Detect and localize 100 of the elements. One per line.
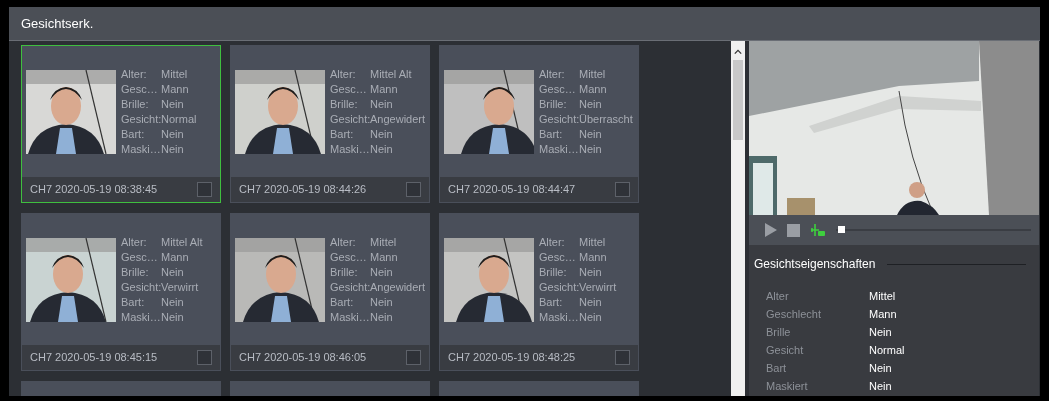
audio-icon[interactable] [810, 223, 826, 237]
attribute-value: Nein [370, 96, 394, 112]
timestamp: CH7 2020-05-19 08:48:25 [448, 350, 576, 366]
attribute-label: Maski… [121, 141, 161, 157]
timestamp: CH7 2020-05-19 08:38:45 [30, 182, 158, 198]
play-icon[interactable] [765, 223, 777, 237]
attribute-value: Normal [161, 111, 197, 127]
attribute-value: Mann [161, 249, 190, 265]
attribute-value: Überrascht [579, 111, 633, 127]
attribute-value: Nein [579, 309, 603, 325]
attribute-value: Nein [579, 264, 603, 280]
face-card[interactable]: Alter: Mittel Gesc… Mann Brille: Nein Gesicht:Verwirrt Bart: Nein Maski…Nein CH7 2020-05-19 08:48:25 [439, 213, 639, 371]
face-card[interactable]: Alter: Mittel Alt Gesc… Mann Brille: Nein Gesicht:Angewidert Bart: Nein Maski…Nein CH7 2020-05-19 08:44:26 [230, 45, 430, 203]
attribute-label: Bart: [121, 126, 146, 142]
attribute-label: Gesc… [539, 249, 577, 265]
attribute-value: Nein [161, 294, 185, 310]
checkbox[interactable] [197, 182, 212, 197]
attribute-label: Brille: [121, 264, 150, 280]
property-label: Alter [766, 289, 790, 304]
attribute-label: Gesicht: [330, 111, 370, 127]
property-value: Normal [869, 343, 906, 358]
attribute-label: Brille: [121, 96, 150, 112]
attribute-value: Nein [161, 309, 185, 325]
checkbox[interactable] [406, 182, 421, 197]
attribute-label: Maski… [539, 309, 579, 325]
property-value: Mittel [869, 289, 897, 304]
attribute-value: Mann [370, 81, 399, 97]
attribute-label: Gesicht: [121, 111, 161, 127]
attribute-value: Nein [370, 126, 394, 142]
attribute-label: Alter: [539, 66, 566, 82]
attribute-label: Gesc… [539, 81, 577, 97]
attribute-label: Maski… [330, 141, 370, 157]
attribute-label: Gesicht: [330, 279, 370, 295]
face-card[interactable]: Alter: Mittel Gesc… Mann Brille: Nein Gesicht:Normal Bart: Nein Maski…Nein CH7 2020-05-19 08:38:45 [21, 45, 221, 203]
attribute-label: Brille: [539, 96, 568, 112]
attribute-value: Mann [579, 249, 608, 265]
attribute-label: Gesc… [121, 81, 159, 97]
attribute-value: Verwirrt [161, 279, 200, 295]
property-value: Nein [869, 361, 893, 376]
attribute-value: Mittel Alt [370, 66, 413, 82]
section-title: Gesichtseigenschaften [754, 256, 876, 273]
attribute-value: Nein [579, 96, 603, 112]
property-value: Mann [869, 307, 898, 322]
attribute-label: Bart: [330, 126, 355, 142]
checkbox[interactable] [406, 350, 421, 365]
attribute-value: Nein [579, 141, 603, 157]
attribute-label: Alter: [330, 66, 357, 82]
attribute-label: Bart: [330, 294, 355, 310]
attribute-value: Mann [370, 249, 399, 265]
attribute-label: Alter: [121, 234, 148, 250]
attribute-label: Gesicht: [121, 279, 161, 295]
attribute-value: Nein [161, 264, 185, 280]
attribute-label: Brille: [330, 96, 359, 112]
timestamp: CH7 2020-05-19 08:45:15 [30, 350, 158, 366]
timestamp: CH7 2020-05-19 08:44:26 [239, 182, 367, 198]
checkbox[interactable] [615, 182, 630, 197]
attribute-label: Gesicht: [539, 111, 579, 127]
property-label: Geschlecht [766, 307, 823, 322]
checkbox[interactable] [197, 350, 212, 365]
attribute-value: Nein [161, 126, 185, 142]
property-label: Maskiert [766, 379, 809, 394]
attribute-value: Verwirrt [579, 279, 617, 295]
attribute-label: Alter: [121, 66, 148, 82]
face-card[interactable]: Alter: Mittel Gesc… Mann Brille: Nein Gesicht:Überrascht Bart: Nein Maski…Nein CH7 2020-05-19 08:44:47 [439, 45, 639, 203]
attribute-label: Brille: [539, 264, 568, 280]
attribute-label: Maski… [121, 309, 161, 325]
attribute-label: Maski… [539, 141, 579, 157]
face-card[interactable]: Alter: Mittel Alt Gesc… Mann Brille: Nein Gesicht:Verwirrt Bart: Nein Maski…Nein CH7 2020-05-19 08:45:15 [21, 213, 221, 371]
attribute-label: Bart: [121, 294, 146, 310]
attribute-value: Mittel Alt [161, 234, 203, 250]
attribute-value: Nein [579, 294, 603, 310]
attribute-label: Gesicht: [539, 279, 579, 295]
attribute-value: Mittel [161, 66, 189, 82]
attribute-label: Bart: [539, 126, 564, 142]
progress-thumb[interactable] [837, 226, 845, 233]
attribute-label: Alter: [330, 234, 357, 250]
scroll-up-icon[interactable] [734, 49, 742, 55]
attribute-value: Mittel [579, 234, 607, 250]
attribute-value: Mittel [579, 66, 607, 82]
stop-icon[interactable] [787, 223, 800, 237]
scrollbar[interactable] [731, 41, 745, 396]
property-label: Gesicht [766, 343, 805, 358]
attribute-label: Brille: [330, 264, 359, 280]
attribute-value: Nein [370, 141, 394, 157]
attribute-value: Nein [161, 141, 185, 157]
attribute-value: Mittel [370, 234, 398, 250]
attribute-value: Mann [161, 81, 190, 97]
attribute-value: Mann [579, 81, 608, 97]
attribute-value: Angewidert [370, 279, 426, 295]
timestamp: CH7 2020-05-19 08:44:47 [448, 182, 576, 198]
attribute-label: Gesc… [330, 81, 368, 97]
attribute-value: Angewidert [370, 111, 426, 127]
timestamp: CH7 2020-05-19 08:46:05 [239, 350, 367, 366]
property-value: Nein [869, 379, 893, 394]
checkbox[interactable] [615, 350, 630, 365]
property-label: Brille [766, 325, 792, 340]
scrollbar-thumb[interactable] [733, 60, 743, 140]
attribute-value: Nein [579, 126, 603, 142]
face-card[interactable]: Alter: Mittel Gesc… Mann Brille: Nein Gesicht:Angewidert Bart: Nein Maski…Nein CH7 2020-05-19 08:46:05 [230, 213, 430, 371]
property-label: Bart [766, 361, 788, 376]
